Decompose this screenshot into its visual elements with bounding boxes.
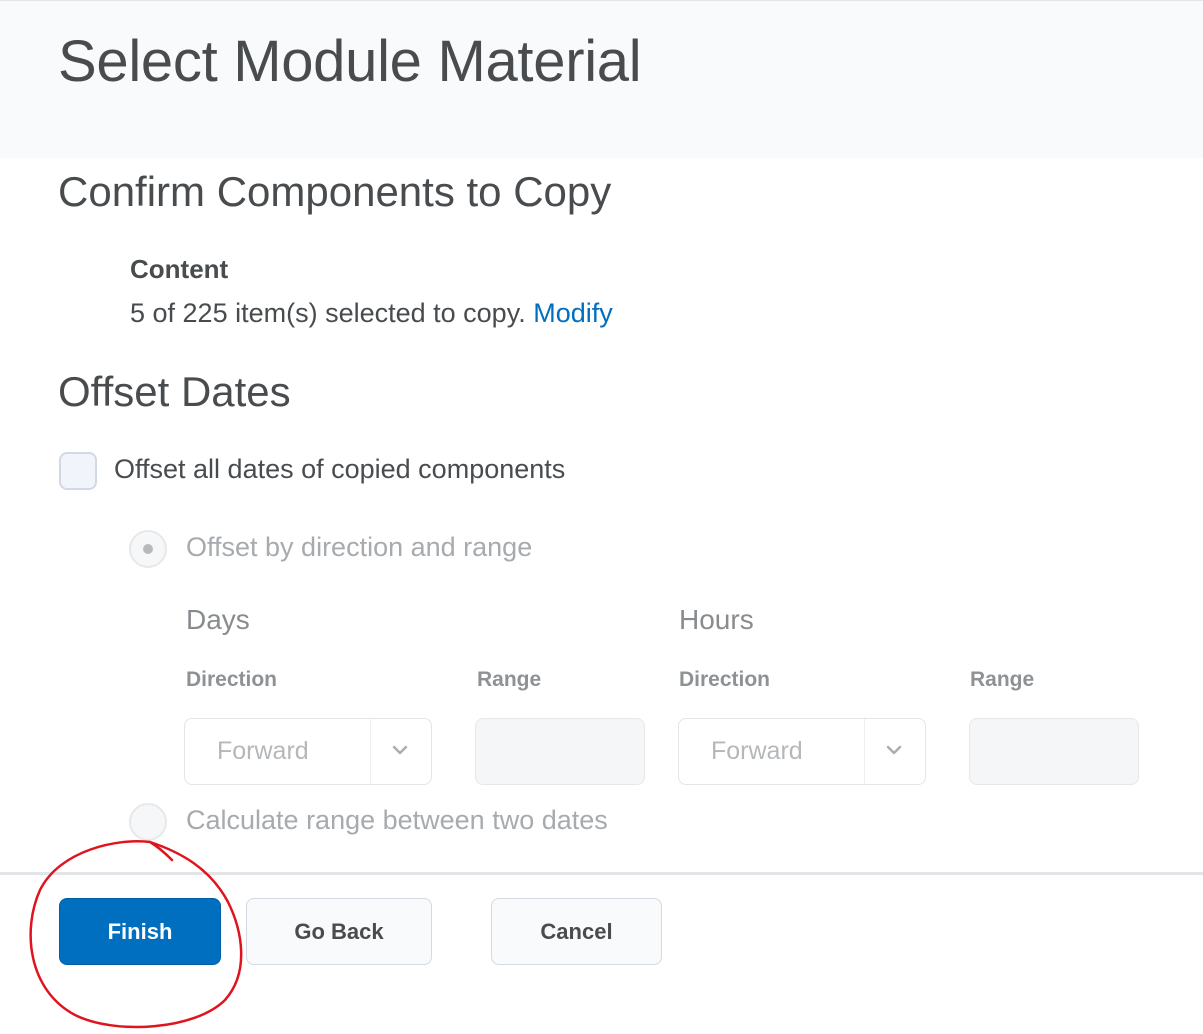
hours-direction-select[interactable]: Forward: [678, 718, 926, 785]
chevron-down-icon: [392, 745, 408, 755]
page-title: Select Module Material: [58, 29, 642, 94]
finish-button[interactable]: Finish: [59, 898, 221, 965]
modify-link[interactable]: Modify: [533, 298, 613, 328]
hours-range-input[interactable]: [969, 718, 1139, 785]
content-summary: 5 of 225 item(s) selected to copy. Modif…: [130, 298, 613, 329]
days-direction-value: Forward: [217, 737, 309, 765]
offset-direction-range-radio[interactable]: [129, 530, 167, 568]
selection-count-text: 5 of 225 item(s) selected to copy.: [130, 298, 526, 328]
cancel-button[interactable]: Cancel: [491, 898, 662, 965]
confirm-components-heading: Confirm Components to Copy: [58, 168, 612, 215]
go-back-button[interactable]: Go Back: [246, 898, 432, 965]
footer-divider: [0, 872, 1203, 875]
content-label: Content: [130, 254, 229, 284]
offset-dates-checkbox-label: Offset all dates of copied components: [114, 454, 566, 484]
chevron-down-icon: [886, 745, 902, 755]
offset-dates-checkbox[interactable]: [59, 452, 97, 490]
offset-dates-heading: Offset Dates: [58, 368, 291, 415]
days-range-input[interactable]: [475, 718, 645, 785]
hours-group-title: Hours: [679, 604, 754, 635]
select-divider: [370, 719, 371, 784]
hours-direction-value: Forward: [711, 737, 803, 765]
calculate-range-label: Calculate range between two dates: [186, 805, 608, 835]
days-direction-select[interactable]: Forward: [184, 718, 432, 785]
days-direction-label: Direction: [186, 668, 278, 691]
hours-direction-label: Direction: [679, 668, 771, 691]
days-group-title: Days: [186, 604, 250, 635]
offset-direction-range-label: Offset by direction and range: [186, 532, 533, 562]
days-range-label: Range: [477, 668, 542, 691]
hours-range-label: Range: [970, 668, 1035, 691]
select-divider: [864, 719, 865, 784]
calculate-range-radio[interactable]: [129, 803, 167, 841]
